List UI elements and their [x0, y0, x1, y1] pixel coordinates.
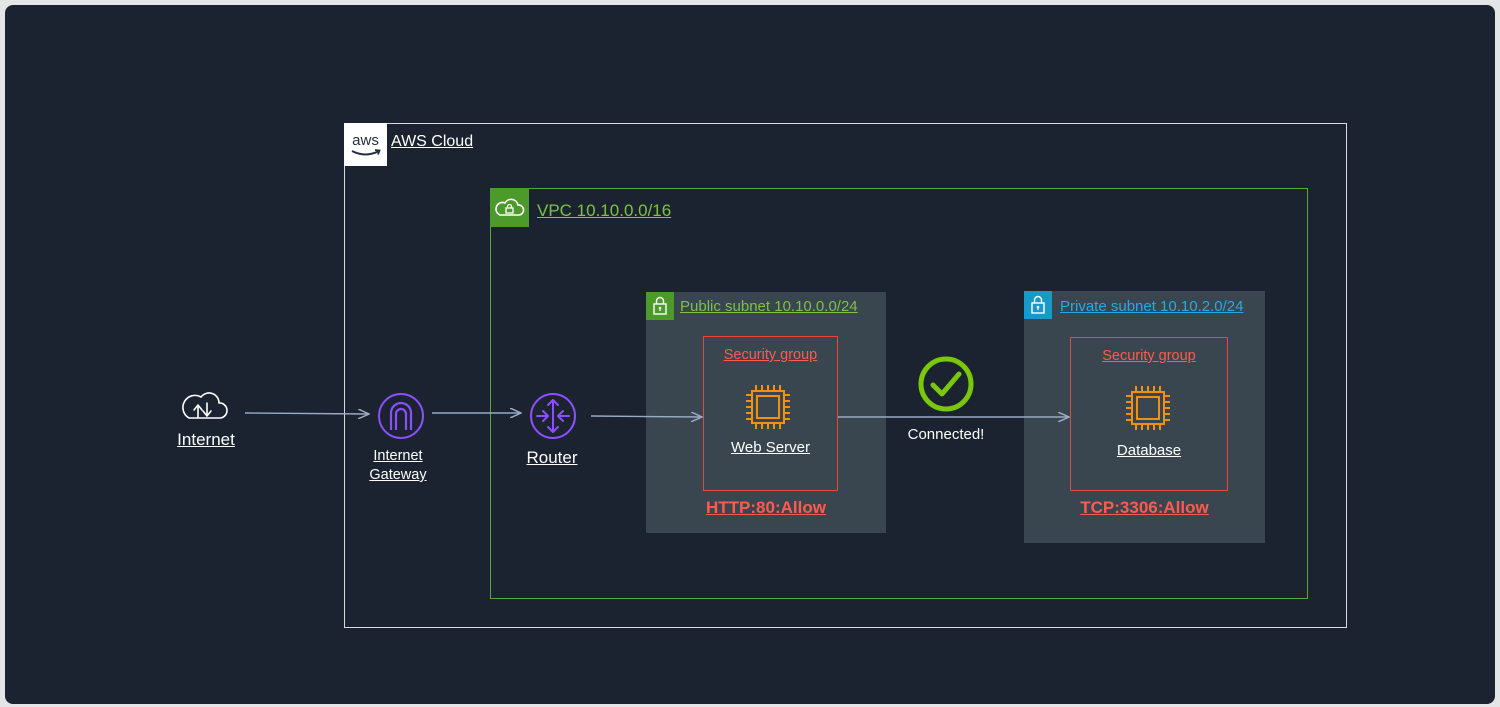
flow-router-to-webserver: [590, 416, 702, 417]
internet-cloud-icon: [182, 392, 228, 419]
flow-internet-to-gateway: [244, 413, 369, 414]
web-server-chip-icon: [746, 385, 790, 429]
diagram-canvas: aws AWS Cloud VPC 10.10.0.0/16 Public su…: [5, 5, 1495, 704]
internet-gateway-icon: [378, 393, 424, 439]
connected-check-icon: [918, 356, 974, 412]
router-icon: [530, 393, 576, 439]
diagram-graphics: [182, 356, 1170, 439]
database-chip-icon: [1126, 386, 1170, 430]
